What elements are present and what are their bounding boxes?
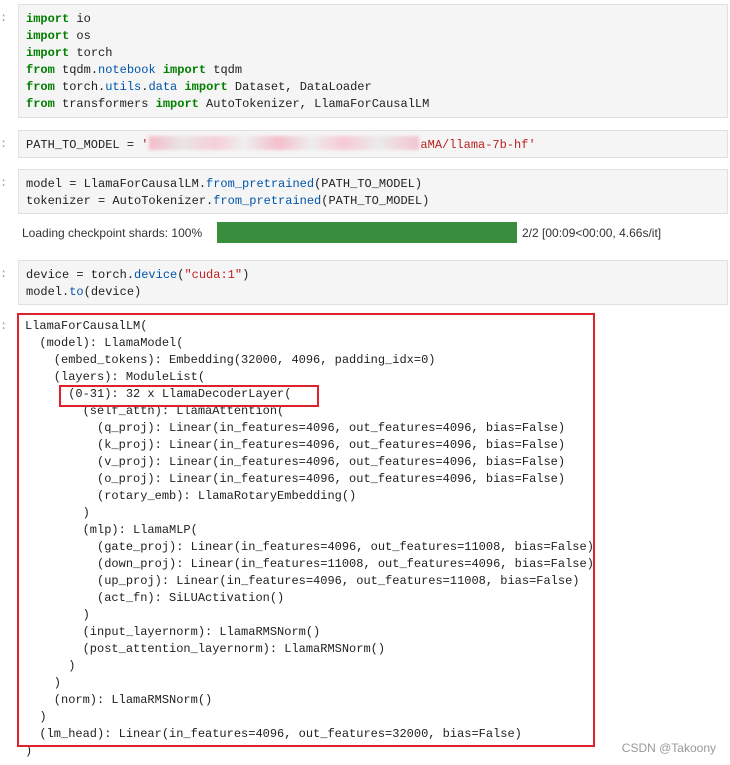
load-model-line: model = LlamaForCausalLM.from_pretrained… [26,176,720,193]
import-line: from torch.utils.data import Dataset, Da… [26,79,720,96]
code-token: to [69,285,84,299]
code-token: (PATH_TO_MODEL) [321,194,430,208]
import-line: import io [26,11,720,28]
cell-prompt: : [0,137,8,151]
code-token: utils [105,80,142,94]
progress-label: Loading checkpoint shards: 100% [22,226,203,240]
redacted-path-image [149,136,420,150]
path-suffix: aMA/llama-7b-hf' [420,138,536,152]
code-token: import [155,97,199,111]
cell-prompt: : [0,319,8,333]
progress-status: 2/2 [00:09<00:00, 4.66s/it] [522,226,662,240]
code-token: tqdm. [54,63,99,77]
import-line: from tqdm.notebook import tqdm [26,62,720,79]
code-token: import [26,46,70,60]
highlight-box-output [17,313,595,747]
progress-fill [217,222,517,243]
code-token: import [184,80,228,94]
code-token: Dataset, DataLoader [227,80,372,94]
code-token: tokenizer = AutoTokenizer. [26,194,214,208]
code-token: from [26,63,55,77]
import-line: import os [26,28,720,45]
code-token: (PATH_TO_MODEL) [314,177,423,191]
device-line: device = torch.device("cuda:1") [26,267,720,284]
code-token: torch. [54,80,106,94]
code-token: data [148,80,178,94]
load-model-line: tokenizer = AutoTokenizer.from_pretraine… [26,193,720,210]
code-token: model = LlamaForCausalLM. [26,177,207,191]
cell-prompt: : [0,11,8,25]
code-token: from_pretrained [206,177,315,191]
device-line: model.to(device) [26,284,720,301]
code-token: from_pretrained [213,194,322,208]
code-token: (device) [83,285,142,299]
code-token: model. [26,285,70,299]
code-token: AutoTokenizer, LlamaForCausalLM [198,97,430,111]
code-token: from [26,80,55,94]
code-token: import [162,63,207,77]
code-cell-device[interactable]: device = torch.device("cuda:1") model.to(… [18,260,728,305]
code-token: io [69,12,91,26]
code-token: transformers [54,97,156,111]
code-token: torch [69,46,113,60]
highlight-box-decoder-layer [59,385,319,407]
code-token: tqdm [206,63,243,77]
code-cell-path[interactable]: PATH_TO_MODEL = ' aMA/llama-7b-hf' [18,130,728,158]
code-token: from [26,97,55,111]
code-token: device [134,268,178,282]
path-quote: ' [141,138,149,152]
cell-prompt: : [0,176,8,190]
code-token: ) [242,268,250,282]
watermark: CSDN @Takoony [621,741,716,755]
code-token: os [69,29,91,43]
code-token: notebook [98,63,156,77]
code-cell-imports[interactable]: import io import os import torch from tqdm.… [18,4,728,118]
code-token: import [26,29,70,43]
path-assignment: PATH_TO_MODEL = [26,138,142,152]
code-cell-load-model[interactable]: model = LlamaForCausalLM.from_pretrained… [18,169,728,214]
code-token: device = torch. [26,268,135,282]
cell-prompt: : [0,267,8,281]
code-token: import [26,12,70,26]
import-line: from transformers import AutoTokenizer, … [26,96,720,113]
import-line: import torch [26,45,720,62]
progress-bar [217,222,517,243]
progress-output: Loading checkpoint shards: 100% 2/2 [00:… [22,222,730,244]
code-token: "cuda:1" [184,268,243,282]
